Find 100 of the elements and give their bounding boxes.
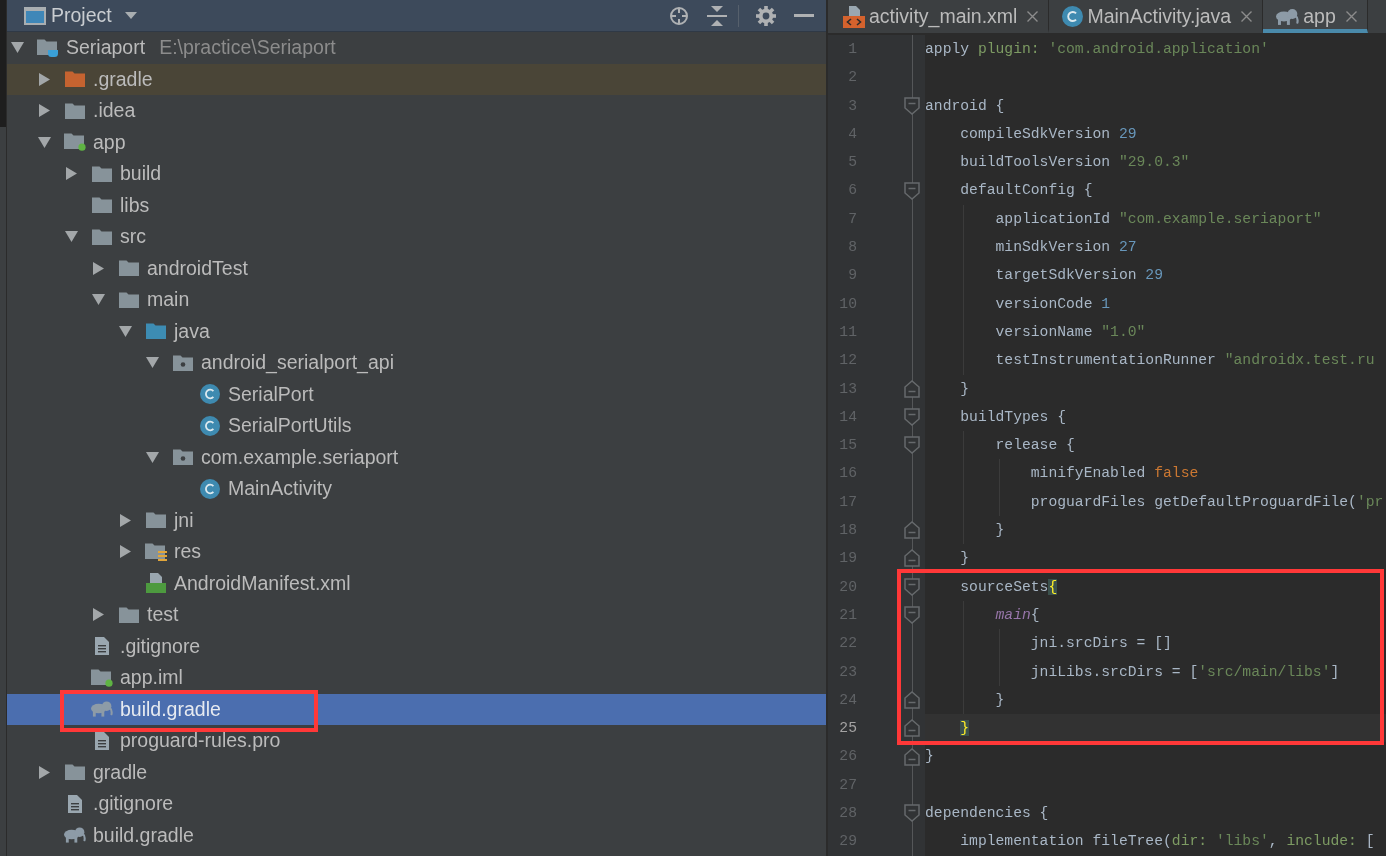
fold-marker-icon[interactable] [904, 549, 920, 568]
tree-item[interactable]: SerialPort [7, 378, 826, 410]
caret-right-icon[interactable] [38, 72, 50, 86]
folder-icon [65, 71, 85, 88]
caret-right-icon[interactable] [119, 545, 131, 559]
tree-item[interactable]: com.example.seriaport [7, 441, 826, 473]
code-line: versionCode 1 [925, 289, 1386, 318]
code-line: buildToolsVersion "29.0.3" [959, 153, 1191, 173]
document-icon [95, 637, 109, 656]
fold-marker-icon[interactable] [904, 379, 920, 398]
tree-item[interactable]: build.gradle [7, 693, 826, 725]
class-icon [200, 478, 220, 499]
caret-down-icon[interactable] [64, 231, 78, 243]
tree-item[interactable]: res [7, 536, 826, 568]
code-line: compileSdkVersion 29 [959, 124, 1138, 144]
code-line: } [925, 516, 1386, 545]
close-icon[interactable] [1241, 11, 1253, 22]
fold-marker-icon[interactable] [904, 521, 920, 540]
caret-down-icon[interactable] [91, 294, 105, 306]
code-line: } [959, 549, 971, 569]
code-line: versionName "1.0" [925, 317, 1386, 347]
editor-tab[interactable]: MainActivity.java [1049, 0, 1264, 33]
tree-item[interactable]: android_serialport_api [7, 347, 826, 379]
code-line: dependencies { [925, 804, 1050, 823]
code-line: buildTypes { [959, 407, 1068, 427]
close-icon[interactable] [1345, 11, 1357, 22]
elephant-icon [91, 701, 113, 718]
caret-down-icon[interactable] [10, 42, 24, 54]
caret-down-icon [124, 12, 137, 19]
tree-item[interactable]: java [7, 315, 826, 347]
class-icon [200, 415, 220, 436]
folder-badge-icon [64, 133, 86, 152]
settings-icon[interactable] [756, 5, 776, 26]
fold-marker-icon[interactable] [904, 606, 920, 625]
caret-down-icon[interactable] [145, 357, 159, 369]
tree-item[interactable]: src [7, 221, 826, 253]
close-icon[interactable] [1027, 11, 1039, 22]
code-line: defaultConfig { [959, 181, 1094, 201]
caret-right-icon[interactable] [92, 608, 104, 622]
fold-marker-icon[interactable] [904, 690, 920, 709]
fold-marker-icon[interactable] [904, 96, 920, 115]
folder-icon [92, 165, 112, 182]
manifest-file-icon [146, 573, 166, 594]
caret-right-icon[interactable] [38, 765, 50, 779]
tree-item[interactable]: .idea [7, 95, 826, 127]
tree-item[interactable]: .gitignore [7, 630, 826, 662]
code-line: jniLibs.srcDirs = ['src/main/libs'] [925, 657, 1386, 686]
fold-marker-icon[interactable] [904, 408, 920, 426]
fold-marker-icon[interactable] [904, 181, 920, 200]
crosshair-icon[interactable] [669, 5, 689, 26]
caret-down-icon[interactable] [118, 325, 132, 337]
caret-right-icon[interactable] [92, 261, 104, 275]
fold-marker-icon[interactable] [904, 804, 920, 823]
code-line: jni.srcDirs = [] [925, 629, 1386, 658]
fold-marker-icon[interactable] [904, 436, 920, 455]
caret-right-icon[interactable] [65, 167, 77, 181]
collapse-all-icon[interactable] [707, 5, 727, 26]
tree-item[interactable]: jni [7, 504, 826, 536]
tree-item[interactable]: AndroidManifest.xml [7, 567, 826, 599]
tree-item[interactable]: build.gradle [7, 819, 826, 851]
tree-item[interactable]: Seriaport E:\practice\Seriaport [7, 32, 826, 64]
code-line: main{ [925, 600, 1386, 630]
caret-right-icon[interactable] [38, 104, 50, 118]
folder-icon [92, 228, 112, 245]
fold-marker-icon[interactable] [904, 577, 920, 596]
tree-item[interactable]: test [7, 599, 826, 631]
editor-tab[interactable]: activity_main.xml [830, 0, 1050, 33]
line-number: 25 [828, 714, 899, 743]
tree-item[interactable]: .gradle [7, 63, 826, 95]
folder-icon [146, 512, 166, 529]
tree-item[interactable]: libs [7, 189, 826, 221]
xml-file-icon [843, 5, 865, 28]
tree-item[interactable]: app [7, 126, 826, 158]
tree-item[interactable]: main [7, 284, 826, 316]
code-line: implementation fileTree(dir: 'libs', include: [ [959, 832, 1376, 852]
caret-down-icon[interactable] [145, 451, 159, 463]
folder-icon [119, 260, 139, 277]
project-view-dropdown[interactable]: Project [24, 0, 137, 31]
tree-item[interactable]: proguard-rules.pro [7, 725, 826, 757]
code-line: testInstrumentationRunner "androidx.test.ru [925, 346, 1386, 375]
tree-item[interactable]: SerialPortUtils [7, 410, 826, 442]
elephant-icon [1276, 8, 1300, 25]
tree-item[interactable]: build [7, 158, 826, 190]
fold-marker-icon[interactable] [904, 719, 920, 738]
folder-badge-icon [91, 668, 113, 687]
code-line: apply plugin: 'com.android.application' [925, 40, 1270, 59]
tree-item[interactable]: app.iml [7, 662, 826, 694]
folder-cup-icon [37, 38, 59, 57]
caret-right-icon[interactable] [119, 513, 131, 527]
tree-item[interactable]: gradle [7, 756, 826, 788]
folder-icon [146, 323, 166, 340]
tree-item[interactable]: androidTest [7, 252, 826, 284]
editor-tab[interactable]: app [1263, 0, 1368, 33]
fold-marker-icon[interactable] [904, 747, 920, 766]
code-line: minSdkVersion 27 [925, 233, 1386, 262]
tree-item[interactable]: MainActivity [7, 473, 826, 505]
code-line: targetSdkVersion 29 [925, 261, 1386, 290]
caret-down-icon[interactable] [37, 136, 51, 148]
class-icon [200, 384, 220, 405]
tree-item[interactable]: .gitignore [7, 788, 826, 820]
